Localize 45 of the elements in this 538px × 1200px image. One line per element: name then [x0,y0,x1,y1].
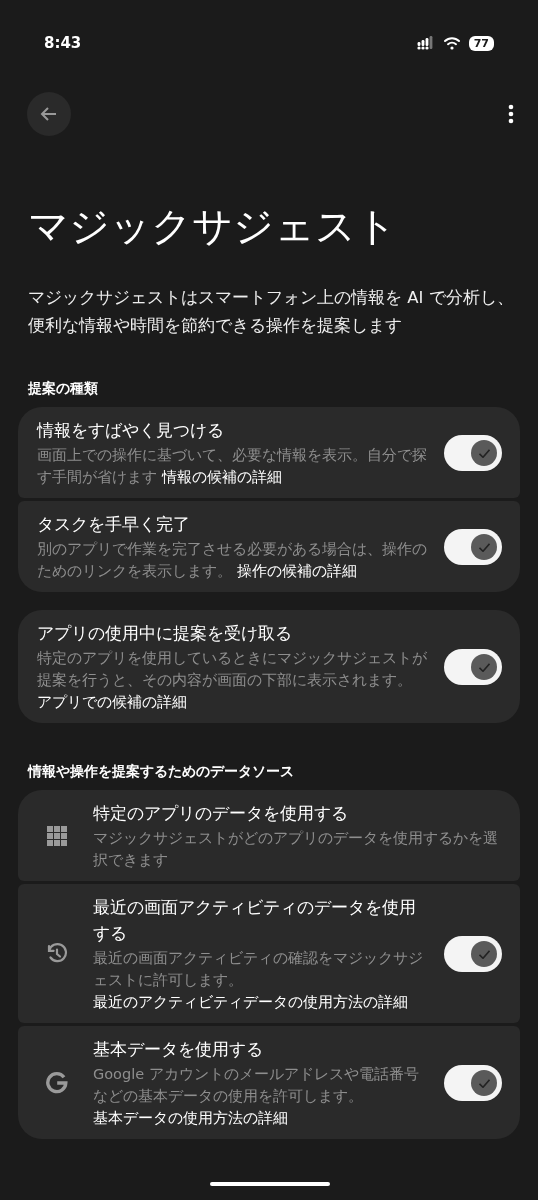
setting-description: Google アカウントのメールアドレスや電話番号などの基本データの使用を許可します。 基本データの使用方法の詳細 [93,1065,420,1128]
back-button[interactable] [27,92,71,136]
check-icon [478,448,490,458]
settings-item[interactable]: 最近の画面アクティビティのデータを使用する 最近の画面アクティビティの確認をマジックサジェストに許可します。 最近のアクティビティデータの使用方法の詳細 [18,884,520,1023]
details-link[interactable]: 最近のアクティビティデータの使用方法の詳細 [93,994,408,1010]
setting-title: 最近の画面アクティビティのデータを使用する [93,897,417,945]
setting-description: 別のアプリで作業を完了させる必要がある場合は、操作のためのリンクを表示します。 操作の候補の詳細 [37,540,428,581]
setting-description: 最近の画面アクティビティの確認をマジックサジェストに許可します。 最近のアクティビティデータの使用方法の詳細 [93,949,424,1012]
check-icon [478,542,490,552]
battery-level: 77 [468,35,494,51]
details-link[interactable]: アプリでの候補の詳細 [37,694,187,710]
setting-title: 特定のアプリのデータを使用する [93,803,349,825]
toggle-switch[interactable] [444,1065,502,1101]
wifi-icon [442,36,461,50]
page-description: マジックサジェストはスマートフォン上の情報を AI で分析し、便利な情報や時間を節約できる操作を提案します [28,287,514,337]
details-link[interactable]: 操作の候補の詳細 [236,563,357,579]
settings-item[interactable]: アプリの使用中に提案を受け取る 特定のアプリを使用しているときにマジックサジェストが提案を行うと、その内容が画面の下部に表示されます。 アプリでの候補の詳細 [18,610,520,723]
toggle-switch[interactable] [444,649,502,685]
settings-item[interactable]: 特定のアプリのデータを使用する マジックサジェストがどのアプリのデータを使用するかを選択できます [18,790,520,881]
settings-item[interactable]: 情報をすばやく見つける 画面上での操作に基づいて、必要な情報を表示。自分で探す手間が省けます 情報の候補の詳細 [18,407,520,498]
settings-item[interactable]: 基本データを使用する Google アカウントのメールアドレスや電話番号などの基本データの使用を許可します。 基本データの使用方法の詳細 [18,1026,520,1139]
toggle-switch[interactable] [444,936,502,972]
setting-description: 特定のアプリを使用しているときにマジックサジェストが提案を行うと、その内容が画面の下部に表示されます。 アプリでの候補の詳細 [37,649,428,712]
section-heading: 提案の種類 [28,380,99,398]
check-icon [478,1078,490,1088]
toggle-switch[interactable] [444,435,502,471]
settings-item[interactable]: タスクを手早く完了 別のアプリで作業を完了させる必要がある場合は、操作のためのリンクを表示します。 操作の候補の詳細 [18,501,520,592]
section-heading: 情報や操作を提案するためのデータソース [28,763,295,781]
signal-icon [416,36,435,50]
grid-icon [47,826,67,846]
setting-title: 基本データを使用する [93,1039,264,1061]
setting-title: タスクを手早く完了 [37,514,191,536]
toggle-switch[interactable] [444,529,502,565]
check-icon [478,949,490,959]
g-icon [45,1071,69,1095]
setting-title: 情報をすばやく見つける [37,420,225,442]
status-time: 8:43 [44,34,82,52]
details-link[interactable]: 情報の候補の詳細 [161,469,282,485]
setting-description: 画面上での操作に基づいて、必要な情報を表示。自分で探す手間が省けます 情報の候補の詳細 [37,446,428,487]
check-icon [478,662,490,672]
details-link[interactable]: 基本データの使用方法の詳細 [93,1110,288,1126]
setting-title: アプリの使用中に提案を受け取る [37,623,293,645]
setting-description: マジックサジェストがどのアプリのデータを使用するかを選択できます [93,829,499,870]
more-options-icon[interactable] [508,104,514,124]
page-title: マジックサジェスト [28,202,398,250]
